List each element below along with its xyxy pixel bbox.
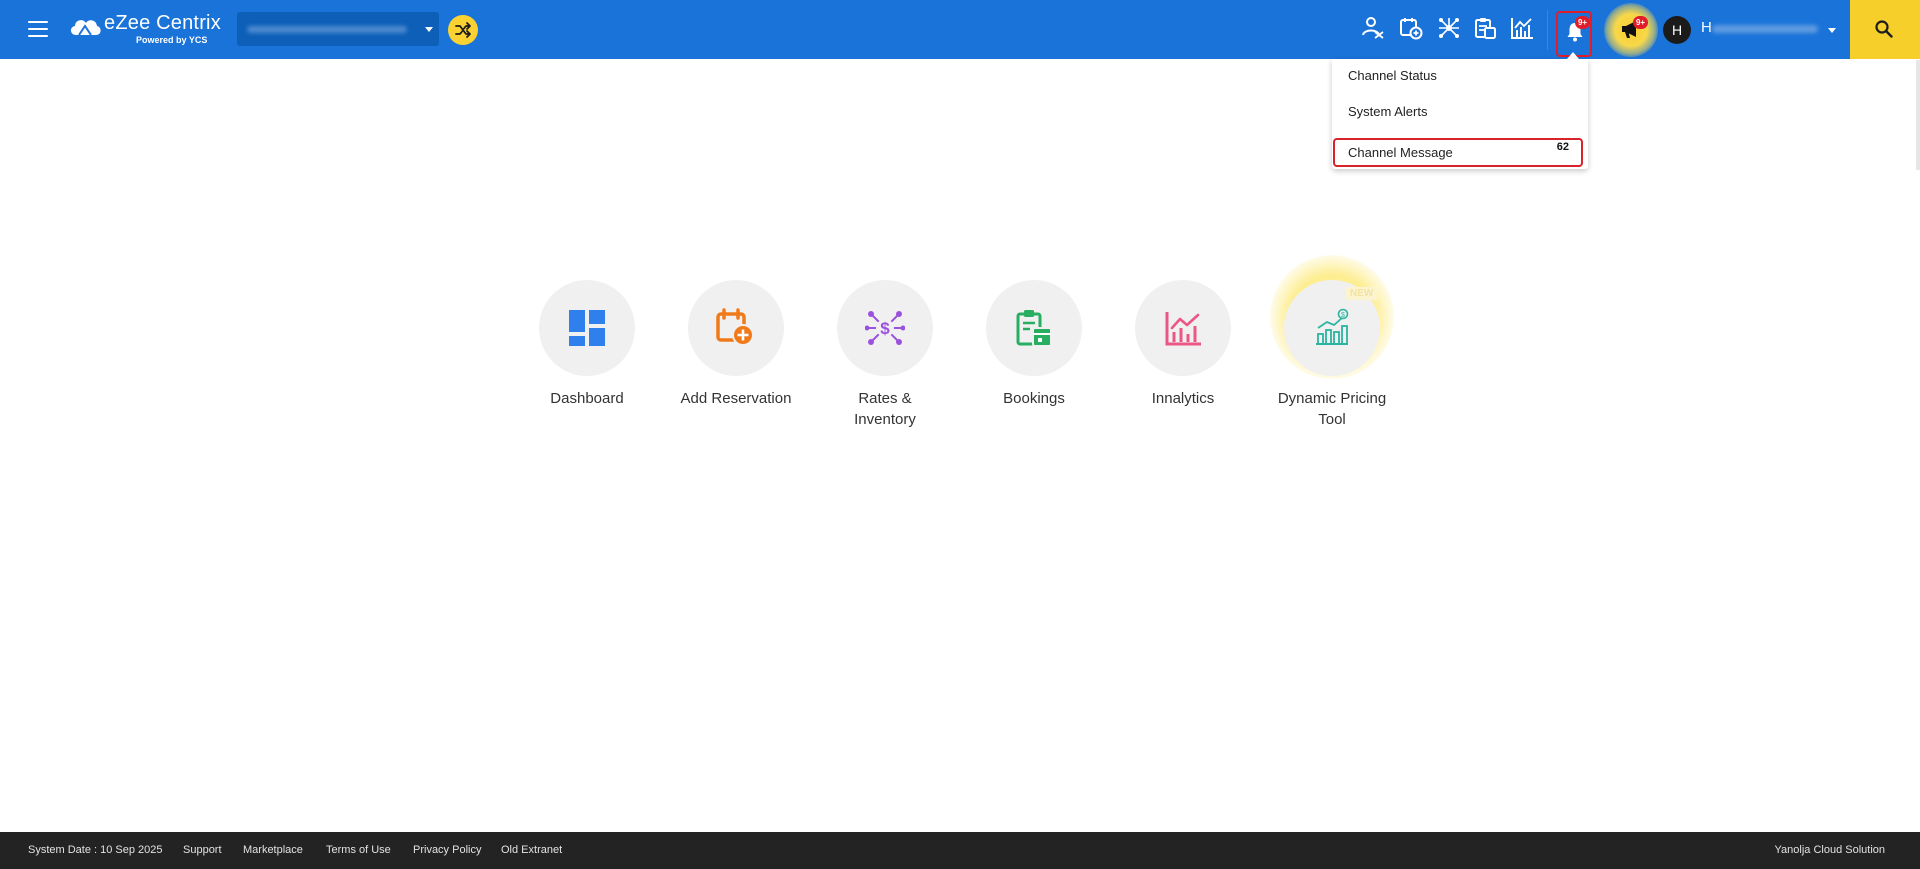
dropdown-pointer: [1567, 52, 1579, 59]
cloud-logo-icon: [70, 20, 101, 36]
menu-item-label: System Alerts: [1348, 104, 1428, 119]
chevron-down-icon: [425, 27, 433, 32]
top-navigation-bar: eZee Centrix Powered by YCS 9+ 9+ H H: [0, 0, 1920, 59]
tile-icon-circle: [986, 280, 1082, 376]
system-date: System Date : 10 Sep 2025: [28, 844, 163, 856]
tile-label: Innalytics: [1151, 390, 1215, 407]
svg-text:$: $: [880, 319, 890, 338]
brand-tagline: Powered by YCS: [136, 35, 208, 45]
user-name-redacted: [1712, 25, 1818, 33]
analytics-chart-icon: [1165, 312, 1201, 346]
footer-link-terms[interactable]: Terms of Use: [326, 844, 391, 856]
menu-item-system-alerts[interactable]: System Alerts: [1332, 95, 1588, 129]
notifications-button[interactable]: 9+: [1556, 11, 1592, 57]
bookings-clipboard-icon: [1016, 310, 1052, 347]
tile-dashboard[interactable]: Dashboard: [527, 280, 647, 409]
bookings-clipboard-icon[interactable]: [1472, 15, 1498, 41]
switch-property-button[interactable]: [448, 15, 478, 45]
new-badge: NEW: [1346, 287, 1378, 300]
menu-item-label: Channel Message: [1348, 145, 1453, 160]
footer-link-old-extranet[interactable]: Old Extranet: [501, 844, 562, 856]
tile-label: Dynamic Pricing Tool: [1277, 390, 1387, 428]
tile-label: Bookings: [1003, 390, 1065, 407]
brand-name: eZee Centrix: [104, 12, 221, 34]
announcements-button[interactable]: 9+: [1604, 3, 1658, 57]
dashboard-icon: [569, 310, 605, 346]
tile-icon-circle: [539, 280, 635, 376]
company-name: Yanolja Cloud Solution: [1774, 844, 1885, 856]
svg-text:$: $: [1341, 312, 1345, 319]
tile-bookings[interactable]: Bookings: [974, 280, 1094, 409]
notifications-dropdown: Channel Status System Alerts Channel Mes…: [1332, 59, 1588, 169]
menu-item-channel-message[interactable]: Channel Message 62: [1333, 138, 1583, 167]
tile-label: Rates & Inventory: [854, 390, 916, 428]
guest-person-icon[interactable]: [1359, 15, 1385, 41]
user-avatar[interactable]: H: [1663, 16, 1691, 44]
shuffle-icon: [455, 22, 471, 38]
footer-link-support[interactable]: Support: [183, 844, 222, 856]
rates-network-icon: $: [865, 311, 905, 345]
scrollbar[interactable]: [1916, 60, 1920, 170]
hamburger-menu-icon[interactable]: [28, 21, 48, 39]
footer-link-marketplace[interactable]: Marketplace: [243, 844, 303, 856]
calendar-add-icon: [716, 308, 754, 346]
tile-icon-circle: $: [837, 280, 933, 376]
calendar-add-icon[interactable]: [1398, 15, 1424, 41]
user-menu-chevron-icon[interactable]: [1828, 28, 1836, 33]
tile-label: Dashboard: [550, 390, 624, 407]
search-button[interactable]: [1850, 0, 1920, 59]
tile-rates-inventory[interactable]: $ Rates & Inventory: [825, 280, 945, 430]
pricing-growth-icon: $: [1316, 308, 1349, 345]
announcement-count-badge: 9+: [1633, 16, 1648, 29]
user-name[interactable]: H: [1701, 19, 1712, 36]
tile-innalytics[interactable]: Innalytics: [1123, 280, 1243, 409]
tile-dynamic-pricing-tool[interactable]: $ Dynamic Pricing Tool: [1272, 280, 1392, 430]
tile-label: Add Reservation: [680, 390, 792, 407]
property-name-redacted: [247, 26, 407, 33]
toolbar-divider: [1547, 10, 1548, 50]
notification-count-badge: 9+: [1575, 16, 1590, 29]
rates-network-icon[interactable]: [1436, 15, 1462, 41]
tile-icon-circle: [1135, 280, 1231, 376]
analytics-chart-icon[interactable]: [1509, 15, 1535, 41]
tile-icon-circle: [688, 280, 784, 376]
footer: System Date : 10 Sep 2025 Support Market…: [0, 832, 1920, 869]
menu-item-label: Channel Status: [1348, 68, 1437, 83]
channel-message-count: 62: [1556, 141, 1569, 153]
tile-add-reservation[interactable]: Add Reservation: [676, 280, 796, 409]
footer-link-privacy[interactable]: Privacy Policy: [413, 844, 481, 856]
menu-item-channel-status[interactable]: Channel Status: [1332, 59, 1588, 93]
search-icon: [1875, 20, 1893, 38]
property-selector[interactable]: [237, 12, 439, 46]
